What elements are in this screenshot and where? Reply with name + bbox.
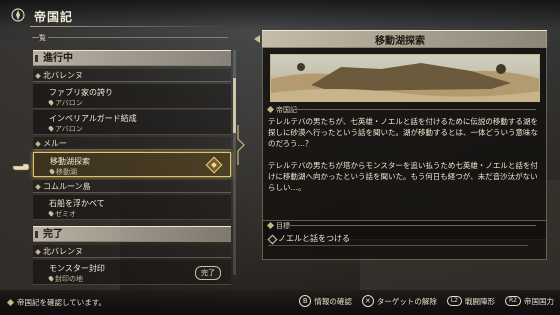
chronicle-paragraph-2: テレルテバの男たちが塔からモンスターを追い払うため七英雄・ノエルと話を付けに移動…: [268, 161, 538, 192]
list-item[interactable]: モンスター封印 封印の地 完了: [33, 260, 231, 285]
list-item-place: ゼミオ: [55, 210, 76, 218]
region-header: 北バレンヌ: [33, 69, 231, 82]
section-in-progress[interactable]: 進行中: [33, 50, 231, 66]
button-prompts: B 情報の確認 ✕ ターゲットの解除 L2 戦闘陣形 R2 帝国国力: [299, 294, 554, 308]
prompt-label: 帝国国力: [524, 296, 554, 306]
list-item-selected[interactable]: 移動湖探索 移動湖: [33, 152, 231, 177]
prompt-label: ターゲットの解除: [376, 296, 437, 306]
header-underline: [30, 26, 230, 27]
list-item-place: 移動湖: [56, 168, 77, 176]
prompt-info[interactable]: B 情報の確認: [299, 295, 352, 307]
location-pin-icon: [47, 210, 55, 217]
list-item-place: 封印の地: [55, 275, 83, 283]
goal-item: ノエルと話をつける: [268, 232, 528, 246]
page-title: 帝国記: [34, 10, 74, 24]
r2-button-icon: R2: [505, 296, 521, 306]
completed-badge: 完了: [195, 266, 221, 280]
new-marker-diamond-icon: [205, 156, 223, 174]
detail-title-bar: 移動湖探索: [250, 30, 550, 48]
location-pin-icon: [47, 275, 55, 282]
location-pin-icon: [48, 168, 56, 175]
header-bar: 帝国記: [0, 0, 560, 30]
prompt-national-power[interactable]: R2 帝国国力: [505, 296, 554, 307]
list-item-name: インペリアルガード結成: [49, 114, 137, 123]
cross-button-icon: ✕: [361, 295, 374, 307]
section-completed[interactable]: 完了: [33, 226, 231, 242]
list-caption: 一覧: [32, 34, 46, 42]
selection-bracket-icon: [237, 125, 245, 165]
region-header: 北バレンヌ: [33, 245, 231, 258]
chronicle-divider: [296, 109, 536, 110]
prompt-untarget[interactable]: ✕ ターゲットの解除: [361, 295, 437, 307]
detail-title: 移動湖探索: [375, 36, 425, 47]
goal-divider: [290, 225, 536, 226]
list-item-name: モンスター封印: [49, 264, 105, 273]
empire-emblem-icon: [11, 8, 25, 22]
illustration-svg: [271, 63, 539, 101]
list-caption-divider: [48, 37, 228, 38]
list-item-name: 石船を浮かべて: [49, 199, 105, 208]
location-pin-icon: [47, 125, 55, 132]
desert-lake-illustration: [270, 54, 540, 102]
list-item-place: アバロン: [55, 125, 83, 133]
list-item-place: アバロン: [55, 99, 83, 107]
b-button-icon: B: [299, 295, 312, 307]
region-header: メルー: [33, 137, 231, 150]
chronicle-section-label: 帝国記: [268, 105, 297, 115]
goal-section-label: 目標: [268, 221, 290, 231]
pointing-hand-cursor-icon: [12, 163, 30, 171]
chronicle-paragraph-1: テレルテバの男たちが、七英雄・ノエルと話を付けるために伝説の移動する湖を探しに砂…: [268, 117, 538, 148]
status-message: 帝国記を確認しています。: [8, 297, 106, 308]
prompt-label: 戦闘陣形: [465, 296, 495, 306]
list-item[interactable]: 石船を浮かべて ゼミオ: [33, 195, 231, 220]
prompt-formation[interactable]: L2 戦闘陣形: [446, 296, 495, 307]
list-item[interactable]: インペリアルガード結成 アバロン: [33, 110, 231, 135]
list-item-name: ファブリ家の誇り: [49, 88, 113, 97]
l2-button-icon: L2: [446, 296, 462, 306]
list-item-name: 移動湖探索: [50, 157, 90, 166]
list-item[interactable]: ファブリ家の誇り アバロン: [33, 84, 231, 109]
prompt-label: 情報の確認: [314, 296, 352, 306]
location-pin-icon: [47, 99, 55, 106]
region-header: コムルーン島: [33, 180, 231, 193]
